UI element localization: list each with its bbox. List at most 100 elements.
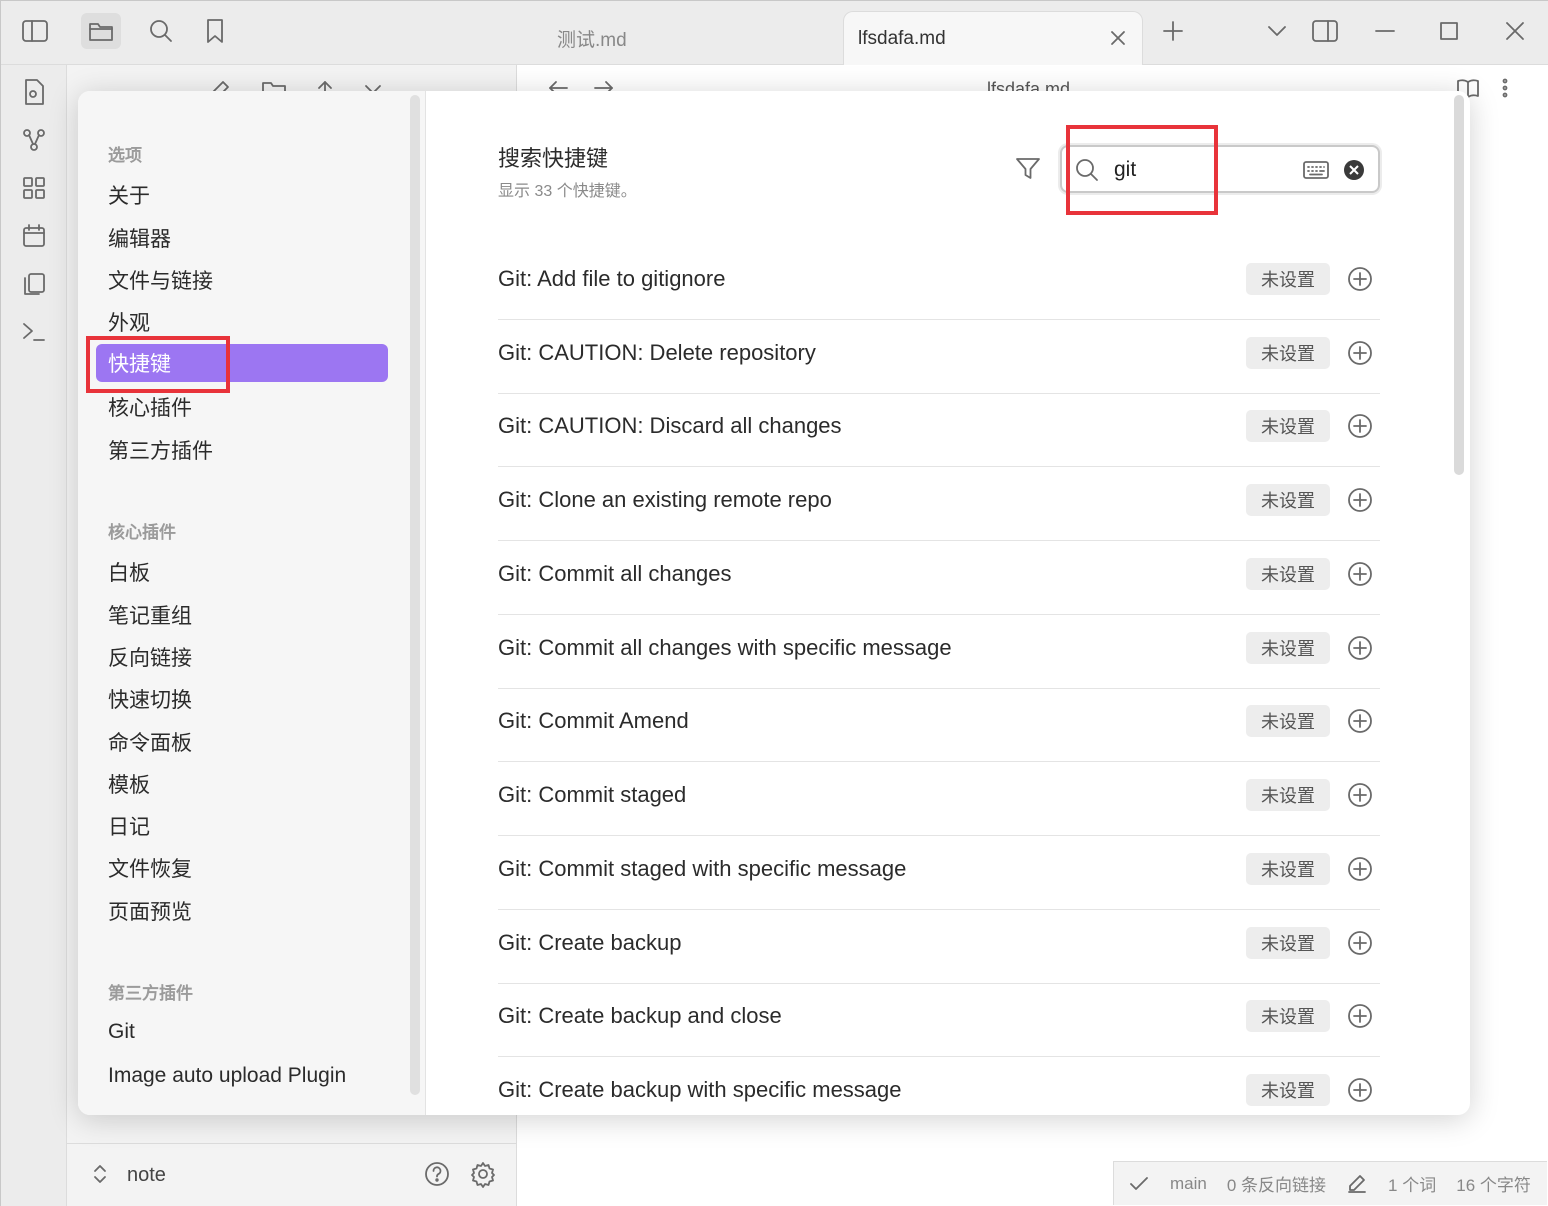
hotkey-not-set-badge: 未设置 (1246, 853, 1330, 885)
hotkey-row: Git: Create backup and close 未设置 (498, 983, 1380, 1057)
git-check-icon[interactable] (1128, 1175, 1150, 1193)
hotkeys-count: 显示 33 个快捷键。 (498, 183, 637, 200)
add-hotkey-icon[interactable] (1346, 339, 1374, 367)
hotkey-row: Git: Create backup 未设置 (498, 910, 1380, 984)
hotkey-row: Git: Commit staged 未设置 (498, 762, 1380, 836)
sidebar-item-note-composer[interactable]: 笔记重组 (96, 596, 388, 634)
sidebar-item-files-links[interactable]: 文件与链接 (96, 261, 388, 299)
close-tab-icon[interactable] (1106, 26, 1130, 50)
add-hotkey-icon[interactable] (1346, 707, 1374, 735)
window-close-icon[interactable] (1495, 15, 1535, 47)
hotkey-command-name: Git: Create backup with specific message (498, 1077, 902, 1102)
git-branch[interactable]: main (1170, 1174, 1207, 1194)
hotkey-command-name: Git: CAUTION: Discard all changes (498, 413, 842, 438)
hotkey-command-name: Git: Clone an existing remote repo (498, 487, 832, 512)
hotkeys-search-title: 搜索快捷键 (498, 146, 609, 171)
minimize-icon[interactable] (1365, 15, 1405, 47)
add-hotkey-icon[interactable] (1346, 1076, 1374, 1104)
keyboard-icon[interactable] (1300, 157, 1332, 183)
sidebar-item-core-plugins[interactable]: 核心插件 (96, 388, 388, 426)
sidebar-item-image-auto-upload[interactable]: Image auto upload Plugin (96, 1057, 388, 1095)
sidebar-heading-options: 选项 (108, 146, 142, 165)
sidebar-item-git[interactable]: Git (96, 1013, 388, 1051)
add-hotkey-icon[interactable] (1346, 1002, 1374, 1030)
sidebar-toggle-icon[interactable] (15, 13, 55, 49)
add-hotkey-icon[interactable] (1346, 412, 1374, 440)
sidebar-item-about[interactable]: 关于 (96, 176, 388, 214)
sidebar-item-quick-switcher[interactable]: 快速切换 (96, 680, 388, 718)
hotkey-not-set-badge: 未设置 (1246, 632, 1330, 664)
hotkey-row: Git: Clone an existing remote repo 未设置 (498, 467, 1380, 541)
content-scrollbar[interactable] (1454, 95, 1464, 475)
hotkey-row: Git: CAUTION: Delete repository 未设置 (498, 320, 1380, 394)
hotkey-row: Git: Commit staged with specific message… (498, 836, 1380, 910)
add-hotkey-icon[interactable] (1346, 929, 1374, 957)
hotkey-command-name: Git: Commit all changes (498, 561, 732, 586)
filter-icon[interactable] (1010, 151, 1046, 187)
vault-chevron-icon[interactable] (91, 1162, 109, 1186)
sidebar-item-page-preview[interactable]: 页面预览 (96, 892, 388, 930)
sidebar-item-canvas[interactable]: 白板 (96, 553, 388, 591)
add-hotkey-icon[interactable] (1346, 634, 1374, 662)
hotkey-command-name: Git: CAUTION: Delete repository (498, 340, 816, 365)
settings-modal: 选项 关于 编辑器 文件与链接 外观 快捷键 核心插件 第三方插件 核心插件 白… (78, 91, 1470, 1115)
hotkey-row: Git: Commit Amend 未设置 (498, 688, 1380, 762)
tab-label: lfsdafa.md (858, 27, 946, 49)
hotkey-row: Git: Add file to gitignore 未设置 (498, 246, 1380, 320)
tab-test-md[interactable]: 测试.md (517, 11, 843, 65)
terminal-icon[interactable] (15, 313, 53, 351)
search-icon (1072, 155, 1102, 185)
tab-lfsdafa-md[interactable]: lfsdafa.md (843, 11, 1143, 65)
left-ribbon (1, 65, 67, 1206)
sidebar-item-templates[interactable]: 模板 (96, 765, 388, 803)
sidebar-item-editor[interactable]: 编辑器 (96, 219, 388, 257)
hotkey-not-set-badge: 未设置 (1246, 779, 1330, 811)
hotkey-not-set-badge: 未设置 (1246, 337, 1330, 369)
new-tab-icon[interactable] (1153, 15, 1193, 47)
sidebar-item-backlinks[interactable]: 反向链接 (96, 638, 388, 676)
open-quick-switcher-icon[interactable] (15, 73, 53, 111)
sidebar-item-appearance[interactable]: 外观 (96, 303, 388, 341)
hotkey-search-input[interactable] (1114, 153, 1290, 187)
hotkey-command-name: Git: Create backup (498, 930, 682, 955)
title-bar: 测试.md lfsdafa.md (1, 1, 1548, 65)
status-bar: main 0 条反向链接 1 个词 16 个字符 (1113, 1161, 1547, 1205)
hotkey-command-name: Git: Add file to gitignore (498, 266, 726, 291)
add-hotkey-icon[interactable] (1346, 855, 1374, 883)
clear-search-icon[interactable] (1342, 158, 1366, 182)
sidebar-item-command-palette[interactable]: 命令面板 (96, 723, 388, 761)
right-sidebar-toggle-icon[interactable] (1305, 15, 1345, 47)
backlinks-count[interactable]: 0 条反向链接 (1227, 1171, 1326, 1196)
graph-view-icon[interactable] (15, 121, 53, 159)
settings-gear-icon[interactable] (469, 1160, 497, 1188)
sidebar-item-file-recovery[interactable]: 文件恢复 (96, 849, 388, 887)
hotkey-search-box (1060, 145, 1380, 193)
add-hotkey-icon[interactable] (1346, 560, 1374, 588)
hotkey-command-name: Git: Create backup and close (498, 1003, 782, 1028)
bookmark-icon[interactable] (195, 13, 235, 49)
sidebar-heading-core-plugins: 核心插件 (108, 523, 176, 542)
hotkey-not-set-badge: 未设置 (1246, 484, 1330, 516)
file-explorer-icon[interactable] (81, 13, 121, 49)
canvas-icon[interactable] (15, 169, 53, 207)
char-count: 16 个字符 (1456, 1176, 1531, 1195)
add-hotkey-icon[interactable] (1346, 265, 1374, 293)
more-options-icon[interactable] (1501, 77, 1509, 99)
vault-name[interactable]: note (127, 1164, 166, 1187)
hotkey-row: Git: Create backup with specific message… (498, 1057, 1380, 1115)
edit-pencil-icon[interactable] (1346, 1173, 1368, 1195)
templates-copy-icon[interactable] (15, 265, 53, 303)
help-icon[interactable] (423, 1160, 451, 1188)
word-count: 1 个词 (1388, 1176, 1437, 1195)
sidebar-item-hotkeys[interactable]: 快捷键 (96, 344, 388, 382)
add-hotkey-icon[interactable] (1346, 486, 1374, 514)
sidebar-item-daily-notes[interactable]: 日记 (96, 807, 388, 845)
tab-list-chevron-down-icon[interactable] (1257, 15, 1297, 47)
daily-note-calendar-icon[interactable] (15, 217, 53, 255)
maximize-icon[interactable] (1429, 15, 1469, 47)
search-icon[interactable] (141, 13, 181, 49)
hotkey-row: Git: CAUTION: Discard all changes 未设置 (498, 393, 1380, 467)
add-hotkey-icon[interactable] (1346, 781, 1374, 809)
sidebar-scrollbar[interactable] (410, 95, 420, 1095)
sidebar-item-community-plugins[interactable]: 第三方插件 (96, 431, 388, 469)
